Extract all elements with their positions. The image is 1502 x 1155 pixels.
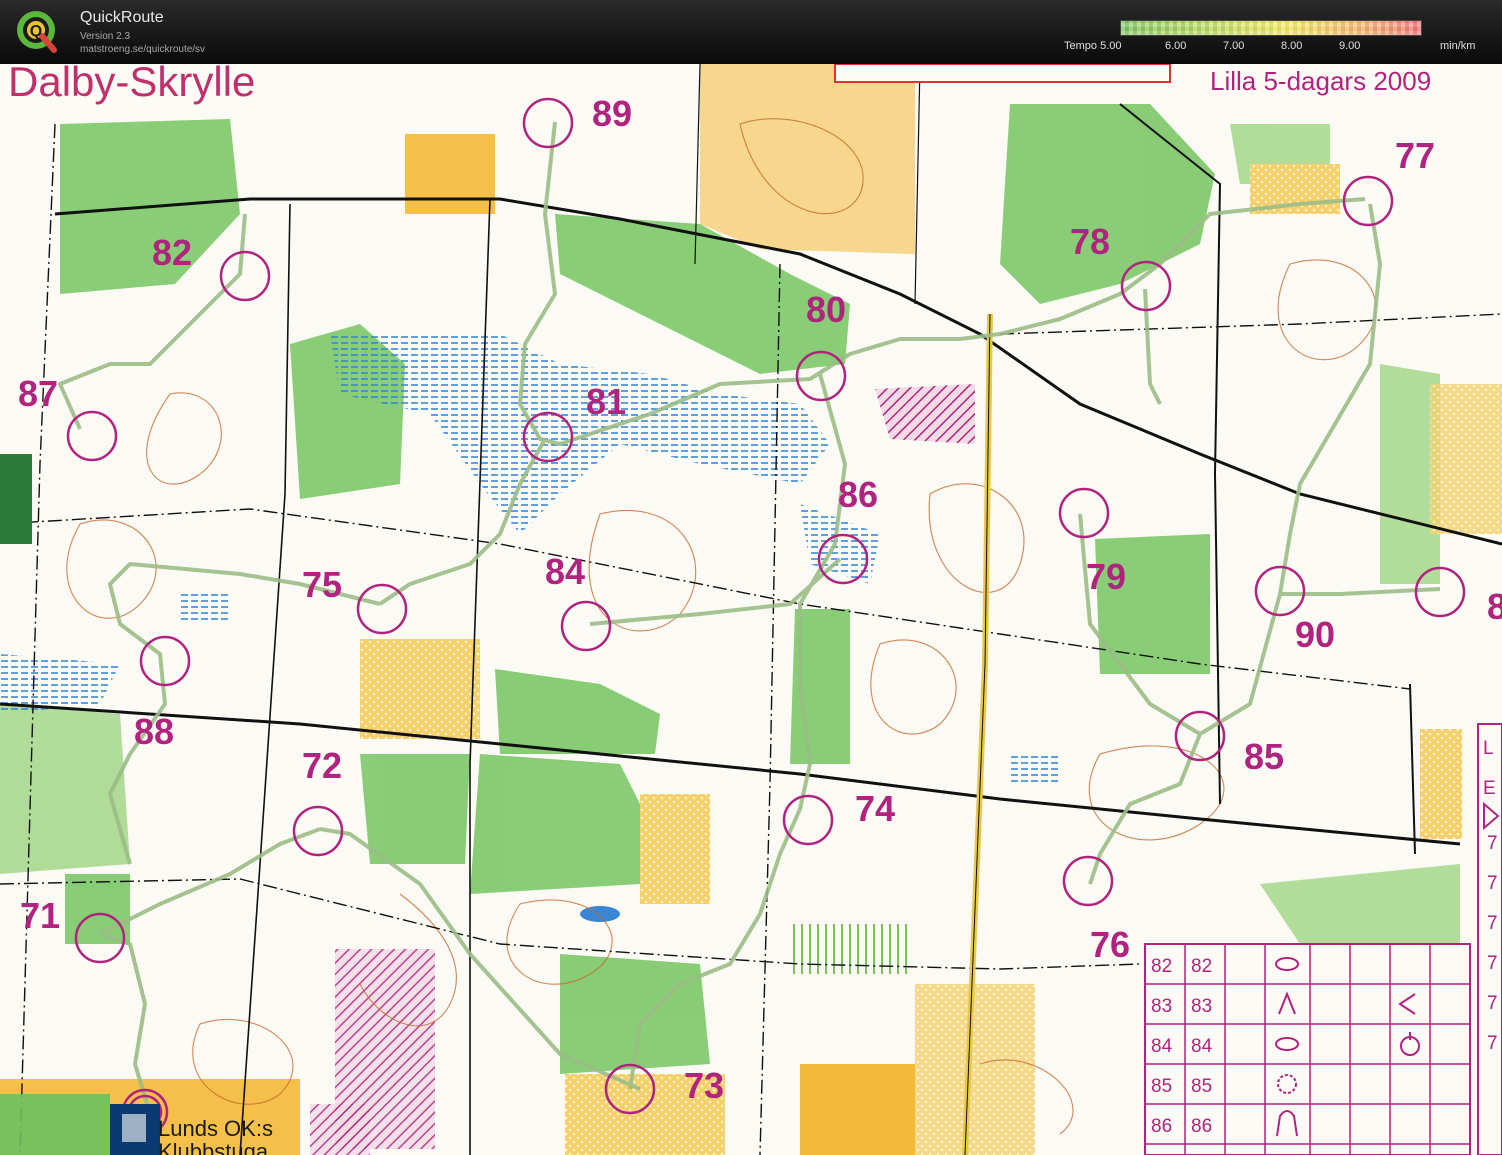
control-number: 74 (855, 788, 895, 829)
control-number: 79 (1086, 556, 1126, 597)
control-number: 85 (1244, 736, 1284, 777)
legend-unit: min/km (1440, 40, 1476, 52)
side-letter: E (1483, 778, 1496, 799)
control-number-partial: 8 (1487, 586, 1502, 627)
legend-tick: 9.00 (1339, 40, 1361, 52)
control-number: 90 (1295, 614, 1335, 655)
control-number: 87 (18, 373, 58, 414)
control-number: 73 (684, 1065, 724, 1106)
side-letter: L (1483, 738, 1494, 759)
control-number: 78 (1070, 221, 1110, 262)
control-number: 88 (134, 711, 174, 752)
description-cell: 82 (1151, 956, 1172, 977)
control-number: 86 (838, 474, 878, 515)
description-cell: 85 (1191, 1076, 1212, 1097)
control-number: 72 (302, 745, 342, 786)
description-cell: 85 (1151, 1076, 1172, 1097)
clubhouse-label: Lunds OK:s (158, 1116, 273, 1141)
control-number: 75 (302, 564, 342, 605)
map-title: Dalby-Skrylle (8, 64, 255, 105)
edge-digit: 7 (1487, 953, 1498, 974)
edge-digit: 7 (1487, 913, 1498, 934)
app-url: matstroeng.se/quickroute/sv (80, 44, 206, 55)
description-cell: 82 (1191, 956, 1212, 977)
side-legend: L E (1477, 723, 1502, 1155)
clubhouse-label: Klubbstuga (158, 1139, 269, 1155)
edge-digit: 7 (1487, 833, 1498, 854)
control-description-table: 82 82 83 83 84 84 85 85 86 86 (1144, 943, 1471, 1155)
description-cell: 86 (1191, 1116, 1212, 1137)
control-number: 76 (1090, 924, 1130, 965)
control-number: 82 (152, 232, 192, 273)
vegetation-areas (0, 104, 1460, 1074)
app-version: Version 2.3 (80, 31, 131, 42)
pace-color-scale (1120, 20, 1422, 36)
logo-letter: Q (30, 23, 42, 40)
legend-tick: 6.00 (1165, 40, 1187, 52)
control-number: 81 (586, 381, 626, 422)
control-number: 80 (806, 289, 846, 330)
description-cell: 83 (1151, 996, 1172, 1017)
map-canvas[interactable]: Dalby-Skrylle Lilla 5-dagars 2009 89 77 … (0, 64, 1502, 1155)
description-cell: 84 (1151, 1036, 1173, 1057)
control-number: 77 (1395, 135, 1435, 176)
legend-tick: 8.00 (1281, 40, 1303, 52)
description-cell: 86 (1151, 1116, 1172, 1137)
event-name: Lilla 5-dagars 2009 (1210, 66, 1431, 96)
legend-prefix: Tempo 5.00 (1064, 40, 1122, 52)
description-cell: 83 (1191, 996, 1212, 1017)
edge-digit: 7 (1487, 873, 1498, 894)
edge-digit: 7 (1487, 1033, 1498, 1054)
app-name: QuickRoute (80, 9, 164, 26)
app-header: Q QuickRoute Version 2.3 matstroeng.se/q… (0, 0, 1502, 64)
control-number: 84 (545, 551, 585, 592)
quickroute-logo-icon: Q (17, 11, 57, 53)
legend-box (834, 64, 1171, 83)
description-cell: 84 (1191, 1036, 1213, 1057)
forest-block (0, 454, 32, 544)
control-number: 71 (20, 895, 60, 936)
control-number: 89 (592, 93, 632, 134)
orienteering-map[interactable]: Dalby-Skrylle Lilla 5-dagars 2009 89 77 … (0, 64, 1502, 1155)
edge-digit: 7 (1487, 993, 1498, 1014)
legend-tick: 7.00 (1223, 40, 1245, 52)
